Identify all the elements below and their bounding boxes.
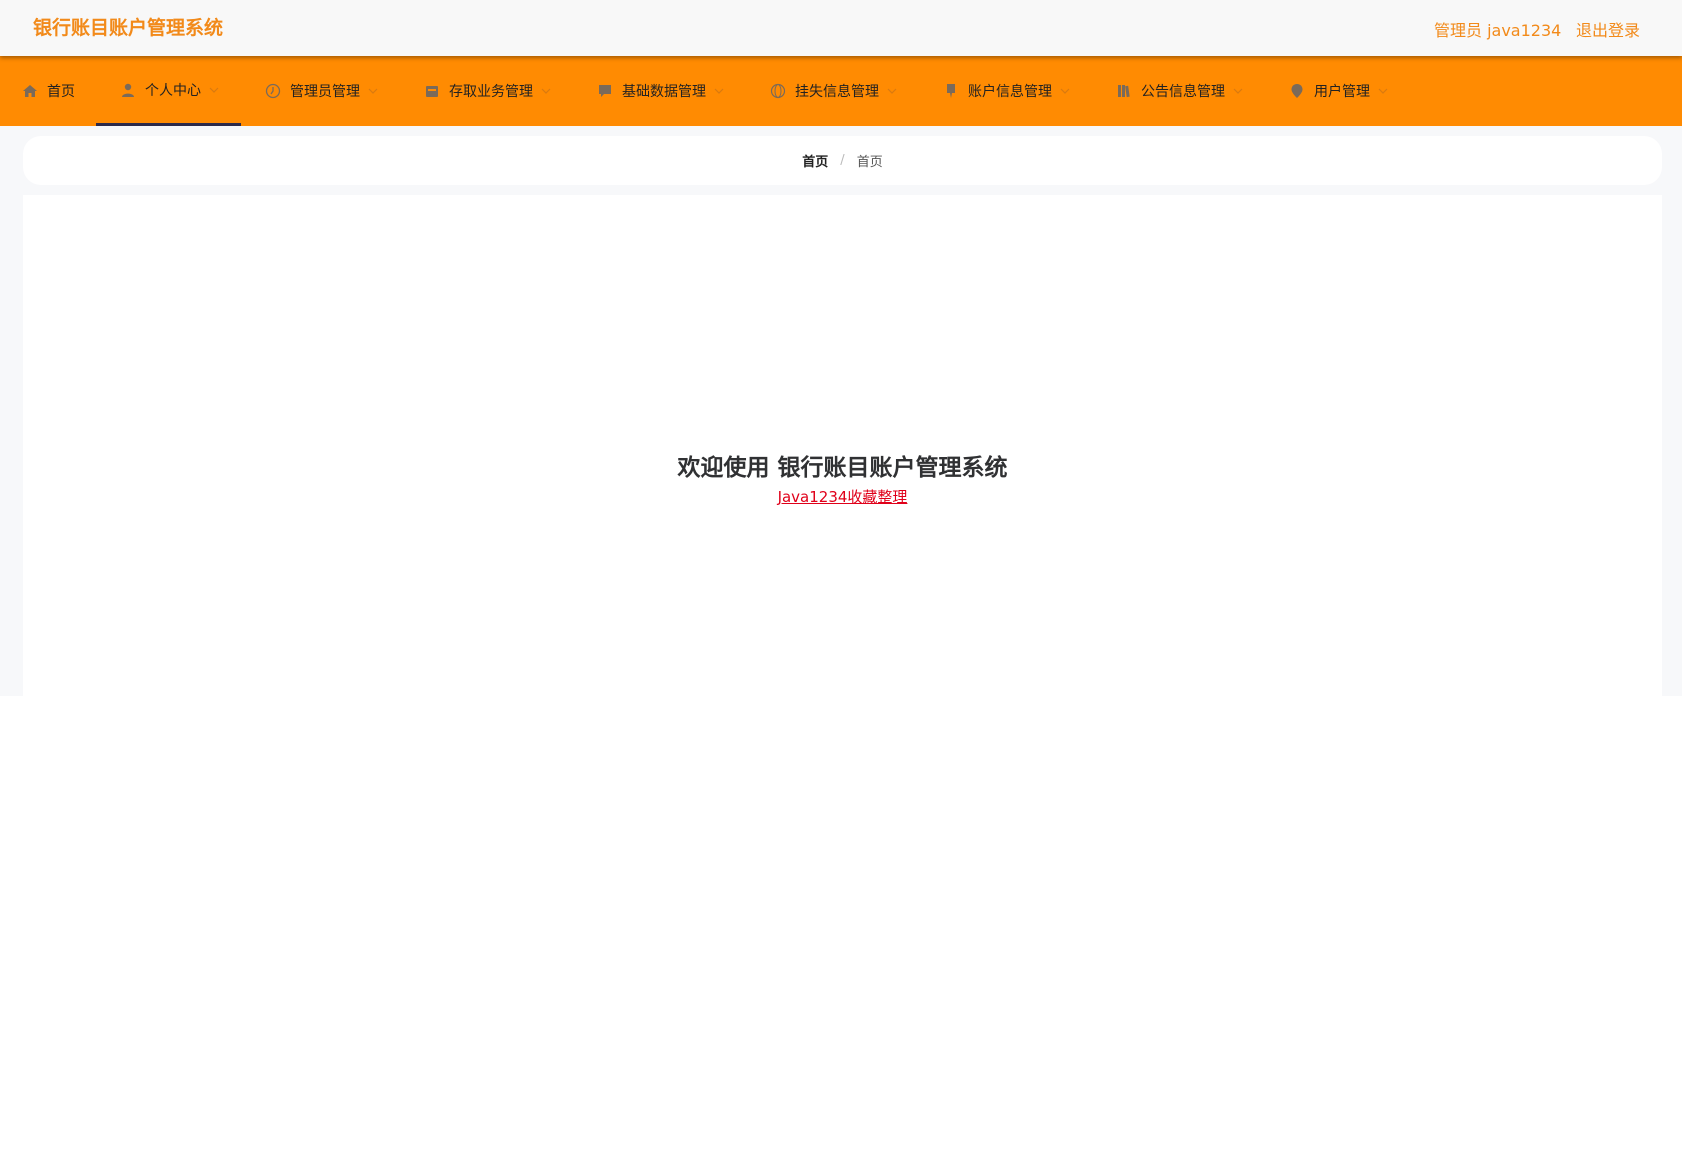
main-content: 欢迎使用 银行账目账户管理系统 Java1234收藏整理 xyxy=(23,195,1662,696)
breadcrumb: 首页 / 首页 xyxy=(23,136,1662,185)
java1234-link[interactable]: Java1234收藏整理 xyxy=(23,486,1662,507)
nav-item-label: 首页 xyxy=(47,84,75,100)
chevron-down-icon xyxy=(1233,86,1243,96)
books-icon xyxy=(1116,83,1132,99)
nav-item-deposit-withdraw[interactable]: 存取业务管理 xyxy=(424,56,551,126)
breadcrumb-separator: / xyxy=(840,153,845,168)
chevron-down-icon xyxy=(1378,86,1388,96)
chevron-down-icon xyxy=(541,86,551,96)
breadcrumb-home-link[interactable]: 首页 xyxy=(802,151,828,170)
chevron-down-icon xyxy=(368,86,378,96)
current-user-label: 管理员 java1234 xyxy=(1434,21,1562,40)
nav-item-label: 公告信息管理 xyxy=(1141,84,1225,100)
app-title: 银行账目账户管理系统 xyxy=(33,17,224,39)
top-header: 银行账目账户管理系统 管理员 java1234 退出登录 xyxy=(0,0,1682,56)
home-icon xyxy=(22,83,38,99)
chat-icon xyxy=(597,83,613,99)
user-icon xyxy=(120,82,136,98)
nav-item-personal-center[interactable]: 个人中心 xyxy=(96,56,241,126)
chevron-down-icon xyxy=(887,86,897,96)
nav-item-account-info[interactable]: 账户信息管理 xyxy=(943,56,1070,126)
location-icon xyxy=(1289,83,1305,99)
nav-item-label: 个人中心 xyxy=(145,82,201,99)
clock-icon xyxy=(265,83,281,99)
nav-item-user-management[interactable]: 用户管理 xyxy=(1289,56,1388,126)
main-nav: 首页 个人中心 管理员管理 存取业务管理 基础数据管理 挂失信息管理 账户信息管… xyxy=(0,56,1682,126)
breadcrumb-current: 首页 xyxy=(856,155,883,170)
chevron-down-icon xyxy=(209,85,219,95)
nav-item-label: 存取业务管理 xyxy=(449,84,533,100)
welcome-heading: 欢迎使用 银行账目账户管理系统 xyxy=(677,455,1008,481)
logout-link[interactable]: 退出登录 xyxy=(1576,17,1640,41)
nav-item-label: 挂失信息管理 xyxy=(795,84,879,100)
chevron-down-icon xyxy=(1060,86,1070,96)
nav-item-base-data[interactable]: 基础数据管理 xyxy=(597,56,724,126)
nav-item-label: 管理员管理 xyxy=(290,84,360,100)
pin-icon xyxy=(943,83,959,99)
nav-item-announcement[interactable]: 公告信息管理 xyxy=(1116,56,1243,126)
chevron-down-icon xyxy=(714,86,724,96)
nav-item-loss-report[interactable]: 挂失信息管理 xyxy=(770,56,897,126)
globe-icon xyxy=(770,83,786,99)
nav-item-label: 账户信息管理 xyxy=(968,84,1052,100)
nav-item-label: 用户管理 xyxy=(1314,84,1370,100)
nav-item-home[interactable]: 首页 xyxy=(22,56,75,126)
nav-item-admin-management[interactable]: 管理员管理 xyxy=(265,56,378,126)
calendar-icon xyxy=(424,83,440,99)
nav-item-label: 基础数据管理 xyxy=(622,84,706,100)
